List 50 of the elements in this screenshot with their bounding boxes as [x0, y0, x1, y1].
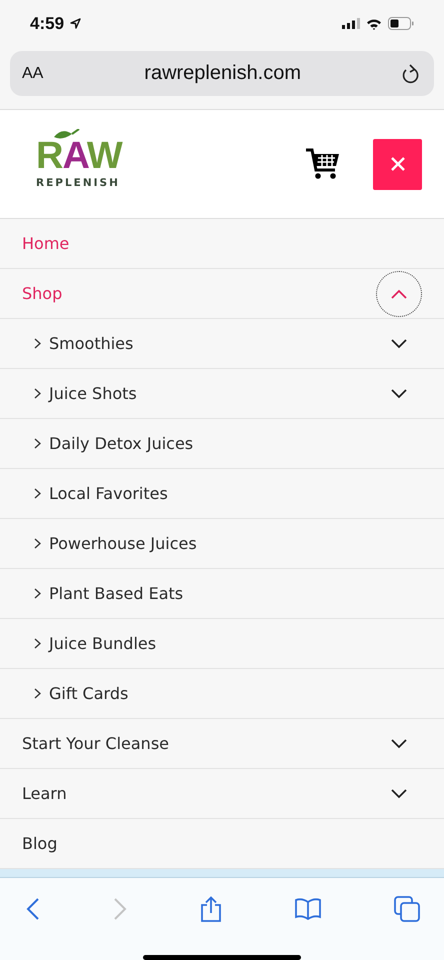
chevron-right-icon: [34, 638, 41, 650]
close-button[interactable]: [373, 138, 422, 190]
submenu-item[interactable]: Powerhouse Juices: [49, 534, 408, 554]
chevron-down-icon: [391, 388, 407, 399]
menu-item[interactable]: Shop: [22, 284, 376, 304]
chevron-down-icon: [391, 338, 407, 349]
status-time: 4:59: [30, 14, 64, 34]
chevron-right-icon: [34, 438, 41, 450]
location-arrow-icon: [70, 18, 82, 30]
url-text: rawreplenish.com: [143, 62, 302, 86]
logo[interactable]: RAW REPLENISH: [36, 129, 122, 190]
expand-toggle[interactable]: [390, 786, 408, 801]
submenu-item[interactable]: Plant Based Eats: [49, 584, 408, 604]
menu-item[interactable]: Learn: [22, 784, 390, 804]
chevron-right-icon: [34, 388, 41, 400]
expand-toggle[interactable]: [390, 736, 408, 751]
chevron-down-icon: [391, 788, 407, 799]
menu-item[interactable]: Blog: [22, 834, 408, 854]
logo-wordmark: RAW: [36, 137, 122, 176]
logo-tagline: REPLENISH: [36, 177, 120, 190]
chevron-right-icon: [34, 538, 41, 550]
cart-icon[interactable]: [305, 148, 341, 180]
signal-icon: [342, 18, 360, 30]
reload-icon[interactable]: [402, 64, 420, 84]
close-icon: [390, 156, 406, 172]
chevron-right-icon: [34, 338, 41, 350]
submenu-item[interactable]: Gift Cards: [49, 684, 408, 704]
back-icon[interactable]: [26, 898, 40, 920]
expand-toggle[interactable]: [376, 270, 422, 317]
address-bar[interactable]: AA rawreplenish.com: [10, 51, 434, 96]
expand-toggle[interactable]: [390, 336, 408, 351]
book-icon[interactable]: [295, 898, 321, 920]
share-icon[interactable]: [200, 896, 222, 922]
submenu-item[interactable]: Juice Bundles: [49, 634, 408, 654]
chevron-up-icon: [391, 288, 407, 299]
battery-icon: [388, 17, 414, 30]
chevron-right-icon: [34, 688, 41, 700]
menu-item[interactable]: Start Your Cleanse: [22, 734, 390, 754]
expand-toggle[interactable]: [390, 386, 408, 401]
chevron-right-icon: [34, 588, 41, 600]
submenu-item[interactable]: Local Favorites: [49, 484, 408, 504]
chevron-right-icon: [34, 488, 41, 500]
tabs-icon[interactable]: [394, 896, 420, 922]
submenu-item[interactable]: Juice Shots: [49, 384, 390, 404]
wifi-icon: [366, 18, 382, 30]
submenu-item[interactable]: Smoothies: [49, 334, 390, 354]
menu-item[interactable]: Home: [22, 234, 408, 254]
text-size-button[interactable]: AA: [22, 64, 44, 83]
chevron-down-icon: [391, 738, 407, 749]
submenu-item[interactable]: Daily Detox Juices: [49, 434, 408, 454]
